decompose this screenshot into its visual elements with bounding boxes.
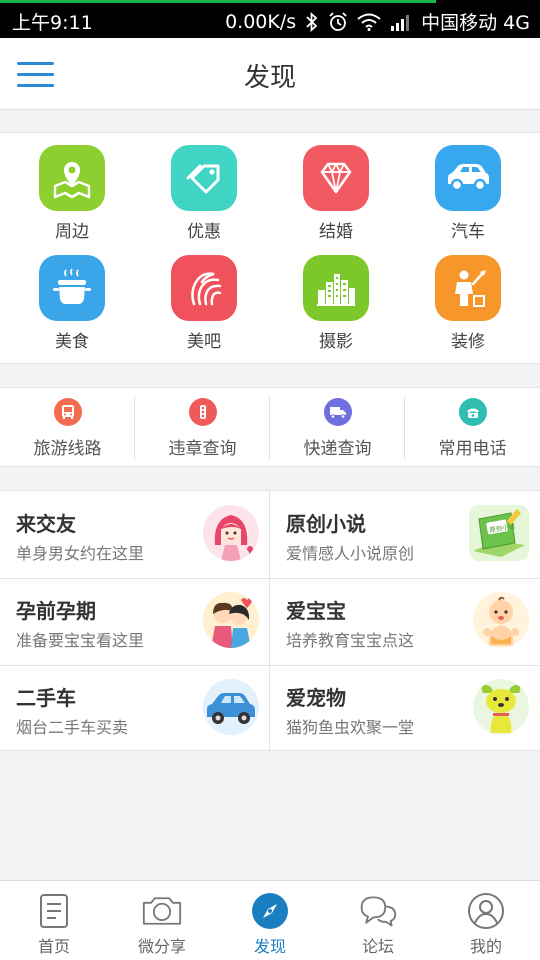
category-label: 优惠 [187,222,221,242]
tool-label: 快递查询 [303,439,372,459]
chat-bubbles-icon [358,892,398,930]
category-item-beauty[interactable]: 美吧 [154,255,254,352]
nav-home[interactable]: 首页 [0,881,108,960]
category-item-car[interactable]: 汽车 [418,145,518,242]
car-icon [435,145,501,211]
tool-traffic-violation[interactable]: 违章查询 [135,388,270,468]
feature-title: 二手车 [16,686,76,710]
nav-label: 论坛 [361,937,394,956]
nav-forum[interactable]: 论坛 [324,881,432,960]
category-grid: 周边 优惠 结婚 汽车 美食 美吧 摄影 装修 [0,132,540,364]
status-right-group: 0.00K/s 中国移动 4G [225,8,530,35]
feature-title: 爱宠物 [286,686,346,710]
category-item-food[interactable]: 美食 [22,255,122,352]
tool-label: 常用电话 [438,439,507,459]
bluetooth-icon [305,11,319,32]
map-pin-icon [39,145,105,211]
beauty-hair-icon [171,255,237,321]
tag-icon [171,145,237,211]
category-label: 美食 [55,332,89,352]
bus-icon [53,398,82,426]
feature-subtitle: 爱情感人小说原创 [286,544,415,563]
delivery-truck-icon [323,398,352,426]
nav-label: 微分享 [137,937,186,956]
car-illustration-icon [203,679,259,735]
tool-label: 违章查询 [168,439,237,459]
cooking-pot-icon [39,255,105,321]
bottom-navigation: 首页 微分享 发现 论坛 我的 [0,880,540,960]
puppy-icon [473,679,529,735]
feature-love-pets[interactable]: 爱宠物 猫狗鱼虫欢聚一堂 [270,665,539,752]
nav-label: 首页 [37,937,70,956]
network-speed: 0.00K/s [225,10,297,33]
status-bar: 上午9:11 0.00K/s 中国移动 4G [0,0,540,38]
city-buildings-icon [303,255,369,321]
category-label: 摄影 [319,332,353,352]
feature-pregnancy[interactable]: 孕前孕期 准备要宝宝看这里 [0,578,269,665]
category-item-photography[interactable]: 摄影 [286,255,386,352]
nav-label: 我的 [469,937,502,956]
compass-icon [250,892,290,930]
feature-used-cars[interactable]: 二手车 烟台二手车买卖 [0,665,269,752]
baby-icon [473,592,529,648]
nav-micro-share[interactable]: 微分享 [108,881,216,960]
tool-travel-routes[interactable]: 旅游线路 [0,388,135,468]
signal-icon [390,13,412,31]
camera-icon [142,892,182,930]
category-label: 结婚 [319,222,353,242]
category-label: 装修 [451,332,485,352]
wifi-icon [357,13,381,31]
feature-grid: 来交友 单身男女约在这里 原创小说 爱情感人小说原创 原创小说 孕前孕期 准备要… [0,490,540,752]
feature-original-novels[interactable]: 原创小说 爱情感人小说原创 原创小说 [270,491,539,578]
worker-icon [435,255,501,321]
carrier-label: 中国移动 4G [421,12,530,34]
tool-express-tracking[interactable]: 快递查询 [270,388,405,468]
feature-subtitle: 烟台二手车买卖 [16,718,129,737]
girl-avatar-icon [203,505,259,561]
category-item-renovation[interactable]: 装修 [418,255,518,352]
quick-tools-bar: 旅游线路 违章查询 快递查询 常用电话 [0,387,540,467]
feature-subtitle: 准备要宝宝看这里 [16,631,145,650]
category-label: 美吧 [187,332,221,352]
nav-label: 发现 [253,937,286,956]
category-item-wedding[interactable]: 结婚 [286,145,386,242]
top-app-bar: 发现 [0,38,540,110]
tool-label: 旅游线路 [33,439,102,459]
feature-subtitle: 猫狗鱼虫欢聚一堂 [286,718,415,737]
feature-subtitle: 培养教育宝宝点这 [286,631,415,650]
nav-profile[interactable]: 我的 [432,881,540,960]
couple-icon [203,592,259,648]
tool-common-phones[interactable]: 常用电话 [405,388,540,468]
telephone-icon [458,398,487,426]
status-time: 上午9:11 [12,12,93,34]
category-item-nearby[interactable]: 周边 [22,145,122,242]
feature-title: 原创小说 [286,512,366,536]
feature-love-baby[interactable]: 爱宝宝 培养教育宝宝点这 [270,578,539,665]
feature-title: 爱宝宝 [286,599,346,623]
feature-subtitle: 单身男女约在这里 [16,544,145,563]
loading-progress-bar [0,0,436,3]
book-icon: 原创小说 [469,505,529,561]
category-item-discount[interactable]: 优惠 [154,145,254,242]
nav-discover[interactable]: 发现 [216,881,324,960]
category-label: 汽车 [451,222,485,242]
feature-make-friends[interactable]: 来交友 单身男女约在这里 [0,491,269,578]
diamond-icon [303,145,369,211]
user-profile-icon [466,892,506,930]
page-title: 发现 [243,63,296,93]
feature-title: 来交友 [16,512,76,536]
traffic-light-icon [188,398,217,426]
alarm-icon [328,11,348,32]
feature-title: 孕前孕期 [16,599,96,623]
home-document-icon [34,892,74,930]
category-label: 周边 [55,222,89,242]
